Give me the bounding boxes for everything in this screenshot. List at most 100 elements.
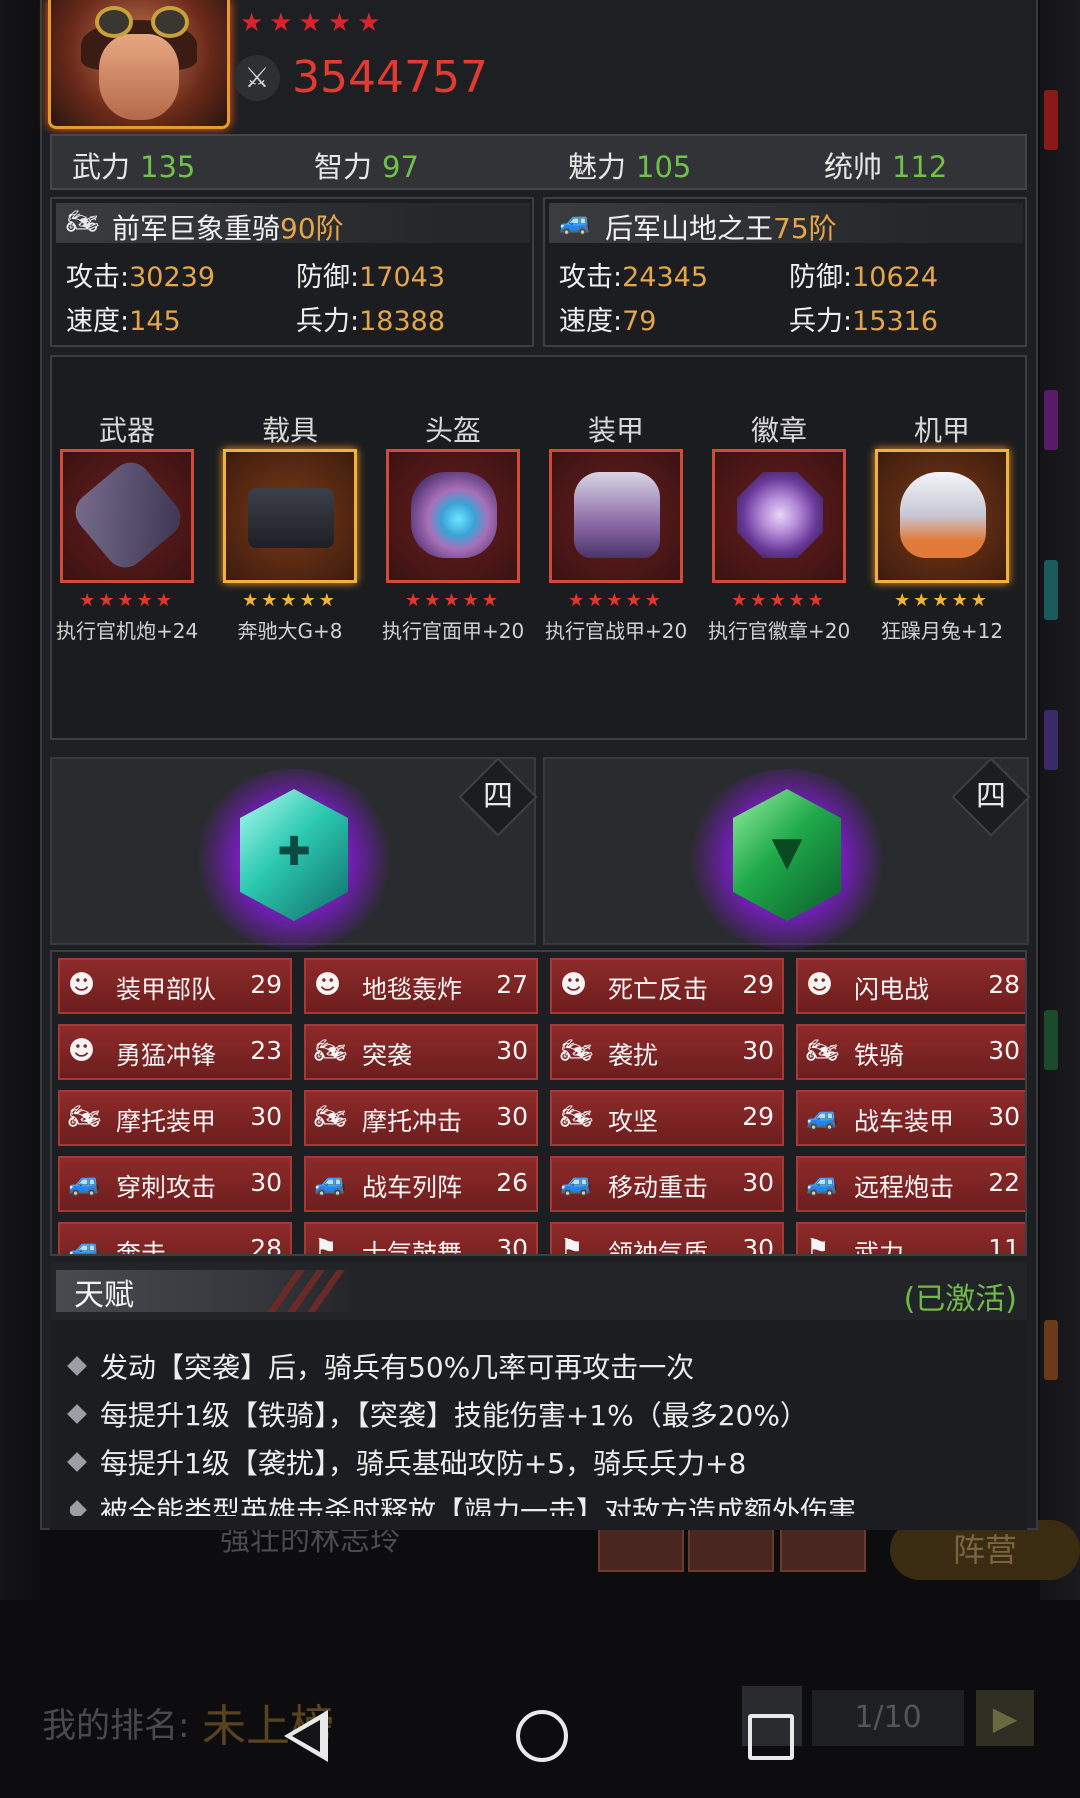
background-tab — [1044, 1320, 1058, 1380]
motorcycle-icon: 🏍 — [560, 1102, 594, 1132]
goggle-icon — [95, 6, 133, 38]
crossed-swords-icon: ⚔ — [234, 55, 280, 101]
equipment-name: 执行官面甲+20 — [382, 619, 525, 643]
skill-level: 28 — [250, 1234, 282, 1256]
skill-item[interactable]: 🚙 战车列阵 26 — [304, 1156, 538, 1212]
attribute-charisma: 魅力 105 — [568, 150, 692, 184]
background-tab — [1044, 1010, 1058, 1070]
next-page-button[interactable]: ▶ — [976, 1690, 1034, 1746]
flag-icon: ⚑ — [806, 1234, 830, 1256]
diamond-bullet-icon — [67, 1452, 87, 1472]
skill-item[interactable]: 🏍 摩托装甲 30 — [58, 1090, 292, 1146]
armor-icon — [574, 472, 660, 558]
rabbit-mech-icon — [900, 472, 986, 558]
page-indicator: 1/10 — [812, 1690, 964, 1746]
talent-title: 天赋 — [74, 1278, 134, 1313]
jeep-icon: 🚙 — [314, 1168, 347, 1198]
cannon-icon — [67, 454, 189, 576]
attribute-bar: 武力 135 智力 97 魅力 105 统帅 112 — [50, 134, 1027, 190]
background-tab — [1044, 560, 1058, 620]
background-tab — [1044, 710, 1058, 770]
equipment-card[interactable] — [712, 449, 846, 583]
skill-level: 29 — [250, 970, 282, 999]
skill-item[interactable]: 🏍 攻坚 29 — [550, 1090, 784, 1146]
skill-name: 移动重击 — [608, 1173, 709, 1202]
skill-name: 领袖气质 — [608, 1239, 709, 1256]
recent-apps-nav-icon[interactable] — [748, 1714, 794, 1760]
equipment-card[interactable] — [875, 449, 1009, 583]
background-tab — [1044, 90, 1058, 150]
motorcycle-icon: 🏍 — [806, 1036, 840, 1066]
skill-item[interactable]: ☻ 地毯轰炸 27 — [304, 958, 538, 1014]
background-card — [688, 1528, 774, 1572]
talent-header: 天赋 (已激活) — [50, 1262, 1027, 1320]
skill-item[interactable]: 🏍 摩托冲击 30 — [304, 1090, 538, 1146]
skill-item[interactable]: ⚑ 领袖气质 30 — [550, 1222, 784, 1256]
equipment-card[interactable] — [549, 449, 683, 583]
back-nav-icon-inner — [292, 1720, 320, 1752]
rear-troop-panel: 🚙 后军山地之王75阶 攻击:24345 防御:10624 速度:79 兵力:1… — [543, 197, 1027, 347]
attribute-force: 武力 135 — [72, 150, 196, 184]
gem-tier-badge: 四 — [458, 757, 538, 837]
equipment-name: 执行官机炮+24 — [56, 619, 199, 643]
equipment-stars: ★★★★★ — [894, 590, 990, 611]
attribute-intelligence: 智力 97 — [314, 150, 419, 184]
gem-tier-badge: 四 — [951, 757, 1031, 837]
skill-name: 袭扰 — [608, 1041, 659, 1070]
equipment-card[interactable] — [60, 449, 194, 583]
skill-name: 勇猛冲锋 — [116, 1041, 217, 1070]
skill-item[interactable]: 🚙 战车装甲 30 — [796, 1090, 1025, 1146]
skill-name: 远程炮击 — [854, 1173, 955, 1202]
talent-section: 天赋 (已激活) 发动【突袭】后，骑兵有50%几率可再攻击一次 每提升1级【铁骑… — [50, 1262, 1027, 1530]
skill-item[interactable]: 🏍 袭扰 30 — [550, 1024, 784, 1080]
home-nav-icon[interactable] — [516, 1710, 568, 1762]
skill-item[interactable]: ⚑ 武力 11 — [796, 1222, 1025, 1256]
diamond-bullet-icon — [70, 1500, 87, 1516]
skill-level: 30 — [742, 1036, 774, 1065]
equipment-card[interactable] — [386, 449, 520, 583]
troop-speed: 速度:145 — [66, 306, 181, 337]
motorcycle-icon: 🏍 — [68, 1102, 102, 1132]
skill-item[interactable]: ⚑ 士气鼓舞 30 — [304, 1222, 538, 1256]
equipment-stars: ★★★★★ — [405, 590, 501, 611]
skill-level: 22 — [988, 1168, 1020, 1197]
jeep-icon: 🚙 — [68, 1168, 101, 1198]
attribute-command: 统帅 112 — [824, 150, 948, 184]
skill-item[interactable]: 🚙 奔击 28 — [58, 1222, 292, 1256]
skill-name: 攻坚 — [608, 1107, 659, 1136]
skill-item[interactable]: ☻ 勇猛冲锋 23 — [58, 1024, 292, 1080]
gem-slot-left[interactable]: ✚ 四 — [50, 757, 538, 949]
troop-defense: 防御:10624 — [789, 262, 939, 293]
hero-face — [99, 34, 179, 120]
hero-portrait[interactable] — [48, 0, 230, 129]
skill-item[interactable]: ☻ 装甲部队 29 — [58, 958, 292, 1014]
jeep-icon: 🚙 — [68, 1234, 101, 1256]
skill-level: 29 — [742, 970, 774, 999]
gem-slot-right[interactable]: ▼ 四 — [543, 757, 1031, 949]
skill-item[interactable]: 🚙 穿刺攻击 30 — [58, 1156, 292, 1212]
skill-level: 23 — [250, 1036, 282, 1065]
skill-level: 30 — [496, 1036, 528, 1065]
skill-name: 战车装甲 — [854, 1107, 955, 1136]
equipment-card[interactable] — [223, 449, 357, 583]
skill-item[interactable]: ☻ 死亡反击 29 — [550, 958, 784, 1014]
troop-name: 后军山地之王75阶 — [605, 212, 837, 245]
jeep-icon: 🚙 — [806, 1102, 839, 1132]
skill-item[interactable]: 🏍 铁骑 30 — [796, 1024, 1025, 1080]
equipment-panel: 武器 ★★★★★ 执行官机炮+24 载具 ★★★★★ 奔驰大G+8 头盔 ★★★… — [50, 355, 1027, 740]
skill-level: 30 — [496, 1234, 528, 1256]
flag-icon: ⚑ — [314, 1234, 338, 1256]
equipment-stars: ★★★★★ — [568, 590, 664, 611]
skill-level: 28 — [988, 970, 1020, 999]
equipment-slot-label: 徽章 — [750, 414, 807, 447]
motorcycle-icon: 🏍 — [314, 1036, 348, 1066]
equipment-stars: ★★★★★ — [242, 590, 338, 611]
soldier-icon: ☻ — [68, 1036, 96, 1066]
skill-item[interactable]: 🏍 突袭 30 — [304, 1024, 538, 1080]
skill-item[interactable]: ☻ 闪电战 28 — [796, 958, 1025, 1014]
talent-line: 被全能类型英雄击杀时释放【竭力一击】对敌方造成额外伤害 — [70, 1490, 856, 1516]
diamond-bullet-icon — [67, 1356, 87, 1376]
skill-item[interactable]: 🚙 远程炮击 22 — [796, 1156, 1025, 1212]
soldier-icon: ☻ — [68, 970, 96, 1000]
skill-item[interactable]: 🚙 移动重击 30 — [550, 1156, 784, 1212]
